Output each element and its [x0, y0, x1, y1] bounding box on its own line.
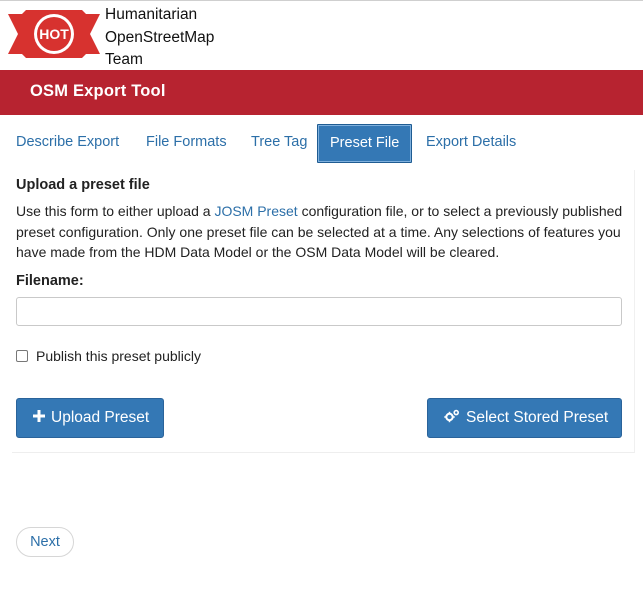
publish-option[interactable]: Publish this preset publicly [16, 348, 201, 364]
org-name-line: Humanitarian [105, 6, 198, 23]
app-title: OSM Export Tool [30, 82, 166, 100]
tab-tree-tag[interactable]: Tree Tag [251, 124, 307, 161]
plus-icon [33, 409, 45, 427]
logo-text: HOT [39, 26, 69, 42]
gears-icon [444, 409, 460, 428]
app-title-bar: OSM Export Tool [0, 70, 643, 115]
upload-preset-label: Upload Preset [51, 409, 150, 426]
upload-preset-button[interactable]: Upload Preset [16, 398, 164, 438]
filename-input[interactable] [16, 297, 622, 326]
tab-preset-file[interactable]: Preset File [317, 124, 413, 163]
desc-prefix: Use this form to either upload a [16, 203, 215, 219]
brand-header: HOT Humanitarian OpenStreetMap Team [8, 4, 308, 68]
josm-preset-link[interactable]: JOSM Preset [214, 203, 297, 219]
org-name: Humanitarian OpenStreetMap Team [105, 4, 214, 72]
org-name-line: OpenStreetMap [105, 28, 215, 46]
filename-label: Filename: [16, 273, 84, 289]
tab-export-details[interactable]: Export Details [426, 124, 516, 161]
top-border [0, 0, 643, 1]
hot-logo: HOT [8, 8, 100, 60]
next-button[interactable]: Next [16, 527, 74, 557]
section-title: Upload a preset file [16, 177, 150, 193]
select-stored-preset-button[interactable]: Select Stored Preset [427, 398, 622, 438]
publish-checkbox[interactable] [16, 350, 28, 362]
preset-description: Use this form to either upload a JOSM Pr… [16, 201, 626, 263]
org-name-line: Team [105, 51, 143, 68]
select-stored-preset-label: Select Stored Preset [466, 409, 609, 426]
publish-label: Publish this preset publicly [36, 348, 201, 364]
tab-file-formats[interactable]: File Formats [146, 124, 227, 161]
tab-describe-export[interactable]: Describe Export [16, 124, 119, 161]
